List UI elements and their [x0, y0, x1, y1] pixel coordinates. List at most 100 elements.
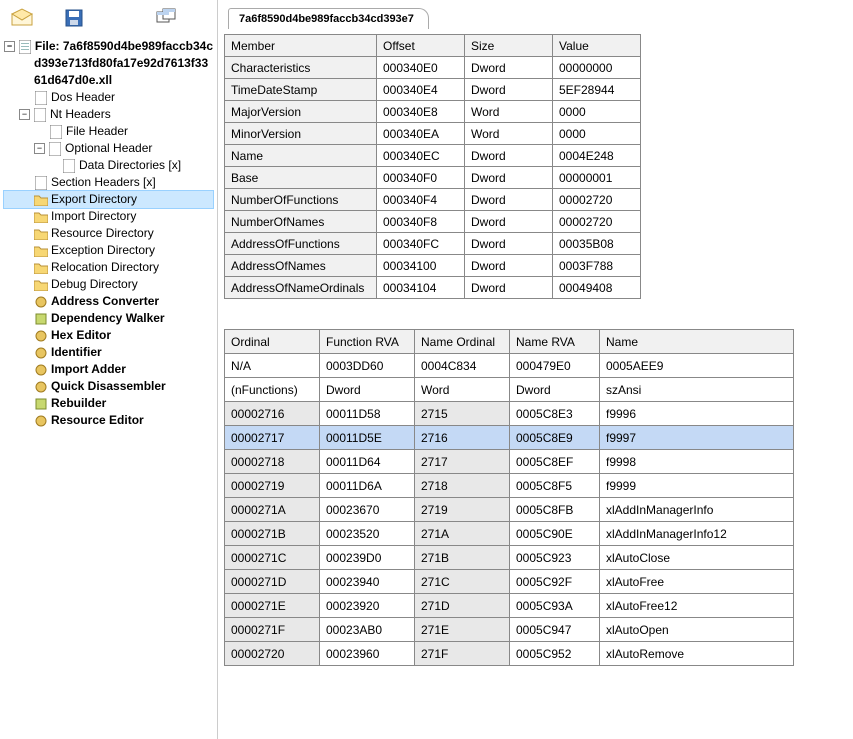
table-cell[interactable]: 5EF28944	[553, 79, 641, 101]
table-cell[interactable]: 000340F4	[377, 189, 465, 211]
table-cell[interactable]: 0004E248	[553, 145, 641, 167]
table-cell[interactable]: Dword	[465, 57, 553, 79]
table-cell[interactable]: 000340FC	[377, 233, 465, 255]
table-cell[interactable]: 00011D58	[320, 402, 415, 426]
tree-nt-headers[interactable]: −Nt Headers	[4, 106, 213, 123]
table-cell[interactable]: 0000271B	[225, 522, 320, 546]
table-row[interactable]: 0000271F00023AB0271E0005C947xlAutoOpen	[225, 618, 794, 642]
table-cell[interactable]: 0005AEE9	[600, 354, 794, 378]
table-cell[interactable]: 0000271F	[225, 618, 320, 642]
table-cell[interactable]: (nFunctions)	[225, 378, 320, 402]
table-cell[interactable]: 0005C923	[510, 546, 600, 570]
table-row[interactable]: 0000271600011D5827150005C8E3f9996	[225, 402, 794, 426]
tree-export-directory[interactable]: Export Directory	[3, 190, 214, 209]
tree-exception-directory[interactable]: Exception Directory	[4, 242, 213, 259]
table-cell[interactable]: 271B	[415, 546, 510, 570]
table-cell[interactable]: 000479E0	[510, 354, 600, 378]
table-cell[interactable]: 2718	[415, 474, 510, 498]
table-cell[interactable]: 0003DD60	[320, 354, 415, 378]
table-cell[interactable]: f9998	[600, 450, 794, 474]
table-cell[interactable]: 2719	[415, 498, 510, 522]
table-cell[interactable]: 271C	[415, 570, 510, 594]
table-cell[interactable]: Name	[225, 145, 377, 167]
table-cell[interactable]: MinorVersion	[225, 123, 377, 145]
tree-rebuilder[interactable]: Rebuilder	[4, 395, 213, 412]
tree-relocation-directory[interactable]: Relocation Directory	[4, 259, 213, 276]
column-header[interactable]: Name	[600, 330, 794, 354]
windows-icon[interactable]	[154, 6, 178, 30]
table-row[interactable]: (nFunctions)DwordWordDwordszAnsi	[225, 378, 794, 402]
table-cell[interactable]: Word	[465, 101, 553, 123]
table-cell[interactable]: 0005C8F5	[510, 474, 600, 498]
table-cell[interactable]: 00011D6A	[320, 474, 415, 498]
table-cell[interactable]: 00002720	[553, 211, 641, 233]
table-cell[interactable]: 2715	[415, 402, 510, 426]
table-cell[interactable]: xlAddInManagerInfo	[600, 498, 794, 522]
table-cell[interactable]: 0005C8FB	[510, 498, 600, 522]
column-header[interactable]: Member	[225, 35, 377, 57]
table-row[interactable]: NumberOfNames000340F8Dword00002720	[225, 211, 641, 233]
table-cell[interactable]: 271A	[415, 522, 510, 546]
column-header[interactable]: Name RVA	[510, 330, 600, 354]
table-cell[interactable]: 00002720	[553, 189, 641, 211]
minus-icon[interactable]: −	[19, 109, 30, 120]
table-cell[interactable]: 00011D64	[320, 450, 415, 474]
table-cell[interactable]: 00002716	[225, 402, 320, 426]
table-cell[interactable]: 271D	[415, 594, 510, 618]
table-cell[interactable]: Word	[415, 378, 510, 402]
details-table[interactable]: OrdinalFunction RVAName OrdinalName RVAN…	[224, 329, 794, 666]
table-row[interactable]: 0000271800011D6427170005C8EFf9998	[225, 450, 794, 474]
table-row[interactable]: NumberOfFunctions000340F4Dword00002720	[225, 189, 641, 211]
table-row[interactable]: Name000340ECDword0004E248	[225, 145, 641, 167]
table-cell[interactable]: xlAutoFree12	[600, 594, 794, 618]
table-cell[interactable]: 0004C834	[415, 354, 510, 378]
table-row[interactable]: AddressOfFunctions000340FCDword00035B08	[225, 233, 641, 255]
table-cell[interactable]: 00023520	[320, 522, 415, 546]
table-cell[interactable]: 0005C90E	[510, 522, 600, 546]
table-cell[interactable]: 00023670	[320, 498, 415, 522]
table-cell[interactable]: 000340EC	[377, 145, 465, 167]
save-icon[interactable]	[62, 6, 86, 30]
table-row[interactable]: 0000271900011D6A27180005C8F5f9999	[225, 474, 794, 498]
table-row[interactable]: N/A0003DD600004C834000479E00005AEE9	[225, 354, 794, 378]
table-cell[interactable]: 000340E4	[377, 79, 465, 101]
table-cell[interactable]: 0005C92F	[510, 570, 600, 594]
tab-file[interactable]: 7a6f8590d4be989faccb34cd393e7	[228, 8, 429, 29]
tree-resource-editor[interactable]: Resource Editor	[4, 412, 213, 429]
table-row[interactable]: 0000272000023960271F0005C952xlAutoRemove	[225, 642, 794, 666]
table-row[interactable]: Base000340F0Dword00000001	[225, 167, 641, 189]
tree-debug-directory[interactable]: Debug Directory	[4, 276, 213, 293]
table-cell[interactable]: 0000	[553, 123, 641, 145]
table-cell[interactable]: 000340E8	[377, 101, 465, 123]
table-row[interactable]: Characteristics000340E0Dword00000000	[225, 57, 641, 79]
table-row[interactable]: 0000271C000239D0271B0005C923xlAutoClose	[225, 546, 794, 570]
table-cell[interactable]: 000340E0	[377, 57, 465, 79]
table-cell[interactable]: 000239D0	[320, 546, 415, 570]
table-row[interactable]: 0000271B00023520271A0005C90ExlAddInManag…	[225, 522, 794, 546]
table-cell[interactable]: 0005C8EF	[510, 450, 600, 474]
table-cell[interactable]: 271F	[415, 642, 510, 666]
tree-address-converter[interactable]: Address Converter	[4, 293, 213, 310]
table-cell[interactable]: Dword	[465, 233, 553, 255]
table-cell[interactable]: 0000271E	[225, 594, 320, 618]
table-cell[interactable]: AddressOfNames	[225, 255, 377, 277]
table-cell[interactable]: 000340F8	[377, 211, 465, 233]
table-cell[interactable]: 0005C947	[510, 618, 600, 642]
table-cell[interactable]: 00000000	[553, 57, 641, 79]
table-cell[interactable]: 0000271A	[225, 498, 320, 522]
table-cell[interactable]: Dword	[320, 378, 415, 402]
minus-icon[interactable]: −	[34, 143, 45, 154]
members-table[interactable]: MemberOffsetSizeValue Characteristics000…	[224, 34, 641, 299]
tree-import-directory[interactable]: Import Directory	[4, 208, 213, 225]
table-cell[interactable]: Characteristics	[225, 57, 377, 79]
mail-icon[interactable]	[10, 6, 34, 30]
table-cell[interactable]: 00023940	[320, 570, 415, 594]
table-cell[interactable]: 00034100	[377, 255, 465, 277]
table-cell[interactable]: 00035B08	[553, 233, 641, 255]
table-cell[interactable]: 000340F0	[377, 167, 465, 189]
tree-view[interactable]: − File: 7a6f8590d4be989faccb34c d393e713…	[0, 36, 217, 431]
table-cell[interactable]: 0005C8E3	[510, 402, 600, 426]
table-cell[interactable]: Dword	[465, 189, 553, 211]
table-cell[interactable]: Word	[465, 123, 553, 145]
table-cell[interactable]: 00049408	[553, 277, 641, 299]
